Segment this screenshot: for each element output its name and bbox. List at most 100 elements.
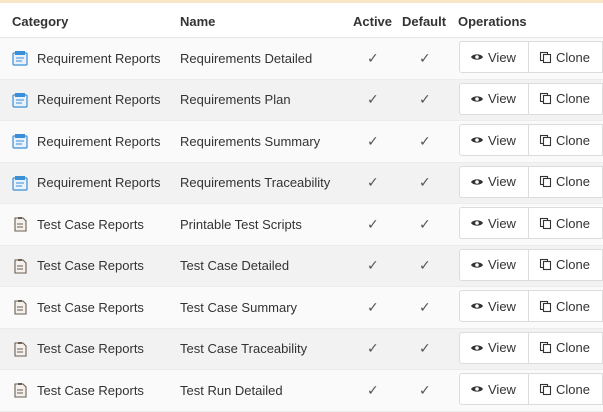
clone-label: Clone [556,257,590,272]
active-check: ✓ [367,340,379,356]
clone-button[interactable]: Clone [529,248,603,281]
clone-label: Clone [556,91,590,106]
active-check: ✓ [367,298,379,315]
report-name: Requirements Summary [180,133,321,149]
test-case-report-icon [11,257,29,275]
test-case-report-icon [11,215,29,233]
view-button[interactable]: View [459,207,529,239]
clone-label: Clone [556,298,590,314]
requirement-report-icon [11,91,29,109]
category-label: Test Case Reports [37,258,144,273]
column-header-category[interactable]: Category [12,14,68,29]
view-button[interactable]: View [459,82,529,115]
clone-button[interactable]: Clone [529,165,603,198]
report-name: Test Run Detailed [180,382,283,398]
column-header-operations: Operations [458,14,527,29]
view-button[interactable]: View [459,124,529,156]
category-label: Requirement Reports [37,92,161,107]
test-case-report-icon [11,298,29,316]
eye-icon [470,343,488,353]
clone-label: Clone [556,215,590,231]
category-cell: Test Case Reports [11,246,144,286]
eye-icon [470,94,488,104]
default-check: ✓ [419,381,431,398]
column-header-active[interactable]: Active [353,14,392,29]
column-header-default[interactable]: Default [402,14,446,29]
report-name: Requirements Plan [180,92,291,107]
view-label: View [488,91,516,106]
category-label: Requirement Reports [37,133,161,149]
report-name: Requirements Traceability [180,175,331,190]
clone-icon [539,134,556,147]
view-label: View [488,174,516,189]
table-row: Requirement Reports Requirements Summary ✓… [0,121,603,163]
eye-icon [470,260,488,270]
clone-button[interactable]: Clone [529,207,603,239]
table-row: Test Case Reports Test Run Detailed ✓ ✓ View… [0,370,603,412]
view-button[interactable]: View [459,331,529,364]
default-check: ✓ [419,91,431,107]
eye-icon [470,301,488,311]
table-row: Requirement Reports Requirements Traceabi… [0,162,603,204]
view-button[interactable]: View [459,41,529,73]
default-check: ✓ [419,340,431,356]
clone-icon [539,341,556,354]
eye-icon [470,52,488,62]
clone-label: Clone [556,49,590,65]
column-header-name[interactable]: Name [180,14,215,29]
clone-button[interactable]: Clone [529,290,603,322]
clone-button[interactable]: Clone [529,41,603,73]
view-button[interactable]: View [459,248,529,281]
active-check: ✓ [367,215,379,232]
report-name: Requirements Detailed [180,50,313,66]
category-cell: Test Case Reports [11,370,144,410]
active-check: ✓ [367,257,379,273]
view-button[interactable]: View [459,373,529,405]
category-label: Test Case Reports [37,341,144,356]
clone-icon [539,175,556,188]
clone-icon [539,217,556,230]
default-check: ✓ [419,49,431,66]
report-name: Printable Test Scripts [180,216,302,232]
clone-icon [539,383,556,396]
active-check: ✓ [367,132,379,149]
view-label: View [488,257,516,272]
view-button[interactable]: View [459,290,529,322]
clone-button[interactable]: Clone [529,82,603,115]
category-label: Requirement Reports [37,175,161,190]
report-name: Test Case Summary [180,299,298,315]
clone-icon [539,51,556,64]
eye-icon [470,135,488,145]
category-cell: Requirement Reports [11,80,161,120]
view-label: View [488,381,516,397]
requirement-report-icon [11,49,29,67]
table-row: Test Case Reports Test Case Traceability ✓… [0,328,603,370]
view-label: View [488,340,516,355]
clone-label: Clone [556,340,590,355]
table-row: Test Case Reports Printable Test Scripts ✓… [0,204,603,246]
category-cell: Requirement Reports [11,163,161,203]
table-body: Requirement Reports Requirements Detailed… [0,38,603,412]
clone-icon [539,300,556,313]
clone-button[interactable]: Clone [529,373,603,405]
clone-label: Clone [556,174,590,189]
view-button[interactable]: View [459,165,529,198]
default-check: ✓ [419,257,431,273]
table-row: Requirement Reports Requirements Plan ✓ ✓ Vi… [0,79,603,121]
clone-button[interactable]: Clone [529,331,603,364]
requirement-report-icon [11,132,29,150]
category-label: Test Case Reports [37,216,144,232]
clone-button[interactable]: Clone [529,124,603,156]
category-label: Test Case Reports [37,299,144,315]
requirement-report-icon [11,174,29,192]
report-name: Test Case Detailed [180,258,290,273]
view-label: View [488,298,516,314]
default-check: ✓ [419,132,431,149]
test-case-report-icon [11,340,29,358]
clone-icon [539,92,556,105]
default-check: ✓ [419,298,431,315]
category-cell: Test Case Reports [11,287,144,327]
category-label: Test Case Reports [37,382,144,398]
test-case-report-icon [11,381,29,399]
category-cell: Test Case Reports [11,329,144,369]
